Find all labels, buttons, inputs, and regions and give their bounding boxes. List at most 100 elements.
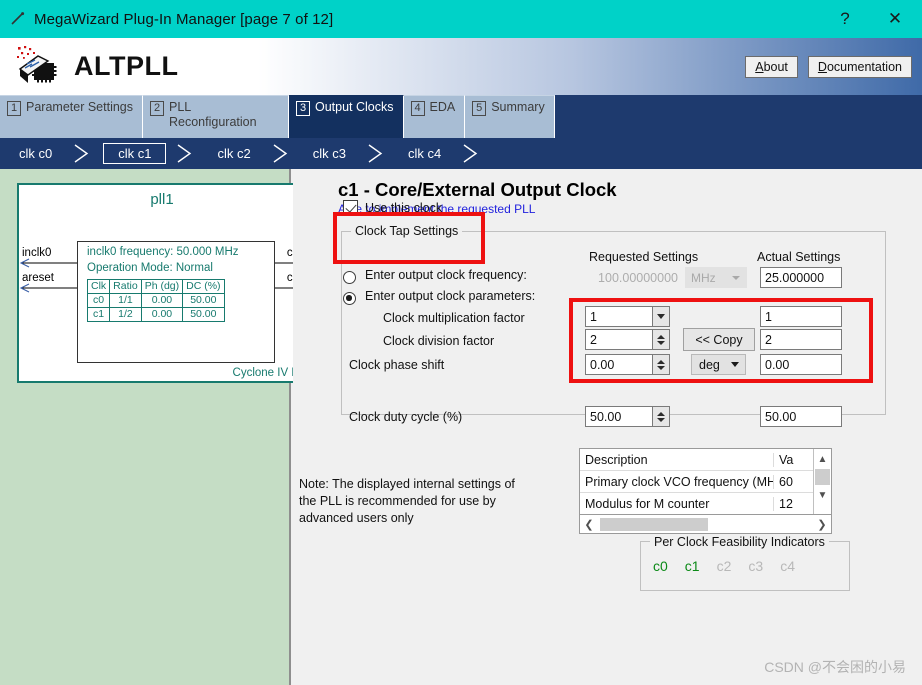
tab-label: EDA — [429, 100, 456, 114]
feasibility-c3: c3 — [748, 558, 764, 574]
pll-diagram-panel: pll1 inclk0 areset c0 c1 inclk0 frequenc… — [0, 169, 309, 685]
feasibility-c1: c1 — [684, 558, 700, 574]
div-actual-value: 2 — [760, 329, 842, 350]
col-phase: Ph (dg) — [140, 279, 184, 294]
watermark: CSDN @不会困的小易 — [764, 659, 906, 675]
wizard-wand-icon — [10, 11, 26, 27]
help-button[interactable]: ? — [822, 0, 868, 38]
tab-label: PLL Reconfiguration — [169, 100, 257, 129]
tab-eda[interactable]: 4 EDA — [403, 95, 466, 138]
megawizard-window: MegaWizard Plug-In Manager [page 7 of 12… — [0, 0, 922, 685]
vscroll-thumb[interactable] — [815, 469, 830, 485]
clock-tab-c0[interactable]: clk c0 — [0, 138, 95, 169]
chevron-down-icon — [732, 275, 740, 280]
internal-settings-vscrollbar[interactable]: ▲ ▼ — [813, 449, 831, 514]
cell-value: 60 — [779, 474, 793, 489]
tab-parameter-settings[interactable]: 1 Parameter Settings — [0, 95, 143, 138]
use-this-clock-checkbox[interactable]: Use this clock — [343, 200, 442, 215]
phase-unit-label: deg — [699, 357, 720, 372]
col-description: Description — [580, 452, 774, 467]
scroll-left-icon[interactable]: ❮ — [580, 518, 598, 531]
label-output-clock-frequency: Enter output clock frequency: — [365, 268, 527, 282]
col-ratio: Ratio — [109, 279, 142, 294]
group-legend: Clock Tap Settings — [351, 224, 463, 238]
duty-requested-input[interactable]: 50.00 — [585, 406, 653, 427]
chevron-down-icon — [657, 365, 665, 370]
actual-settings-header: Actual Settings — [757, 250, 841, 264]
pll-inclk-frequency: inclk0 frequency: 50.000 MHz — [87, 246, 239, 258]
chevron-right-icon — [458, 138, 484, 169]
col-duty: DC (%) — [182, 279, 225, 294]
tab-label: Output Clocks — [315, 100, 394, 114]
label-clock-division-factor: Clock division factor — [383, 334, 495, 348]
pll-block-diagram: pll1 inclk0 areset c0 c1 inclk0 frequenc… — [17, 183, 309, 383]
cell-description: Modulus for M counter — [580, 496, 774, 511]
chevron-down-icon — [730, 362, 739, 367]
tab-number: 4 — [410, 101, 425, 116]
phase-spinner[interactable] — [653, 354, 670, 375]
copy-button[interactable]: << Copy — [683, 328, 755, 351]
tab-pll-reconfiguration[interactable]: 2 PLL Reconfiguration — [143, 95, 289, 138]
clock-tab-label: clk c0 — [19, 146, 53, 161]
table-row: c1 1/2 0.00 50.00 — [86, 307, 225, 322]
tab-summary[interactable]: 5 Summary — [465, 95, 555, 138]
documentation-button[interactable]: Documentation — [807, 55, 912, 78]
chevron-right-icon — [172, 138, 198, 169]
table-row[interactable]: Primary clock VCO frequency (MHz) 60 — [580, 471, 831, 493]
device-family-label: Cyclone IV E — [232, 367, 299, 379]
table-header-row: Description Va — [580, 449, 831, 471]
scroll-up-icon[interactable]: ▲ — [814, 449, 831, 469]
mult-requested-input[interactable]: 1 — [585, 306, 653, 327]
chevron-up-icon — [657, 411, 665, 416]
phase-actual-value: 0.00 — [760, 354, 842, 375]
clock-tab-c1[interactable]: clk c1 — [95, 138, 198, 169]
frequency-unit-select[interactable]: MHz — [685, 267, 747, 288]
pll-info-box: inclk0 frequency: 50.000 MHz Operation M… — [77, 241, 275, 363]
frequency-requested-input[interactable]: 100.00000000 — [585, 267, 685, 288]
internal-settings-table[interactable]: Description Va Primary clock VCO frequen… — [579, 448, 832, 515]
clock-tab-c3[interactable]: clk c3 — [294, 138, 389, 169]
mult-dropdown-button[interactable] — [653, 306, 670, 327]
feasibility-indicators: c0 c1 c2 c3 c4 — [653, 558, 795, 574]
col-value: Va — [779, 452, 794, 467]
clock-tab-c2[interactable]: clk c2 — [198, 138, 293, 169]
div-spinner[interactable] — [653, 329, 670, 350]
hscroll-thumb[interactable] — [600, 517, 708, 531]
close-button[interactable]: ✕ — [868, 0, 922, 38]
feasibility-c4: c4 — [780, 558, 795, 574]
phase-unit-select[interactable]: deg — [691, 354, 746, 375]
label-clock-phase-shift: Clock phase shift — [349, 358, 445, 372]
feasibility-c2: c2 — [716, 558, 732, 574]
cell-value: 12 — [779, 496, 793, 511]
radio-output-clock-frequency[interactable] — [343, 271, 356, 284]
chevron-right-icon — [69, 138, 95, 169]
tab-number: 1 — [7, 101, 21, 116]
mult-actual-value: 1 — [760, 306, 842, 327]
scroll-right-icon[interactable]: ❯ — [813, 518, 831, 531]
table-row[interactable]: Modulus for M counter 12 — [580, 493, 831, 514]
brand-bar: ALTPLL About Documentation — [0, 38, 922, 95]
scroll-down-icon[interactable]: ▼ — [814, 485, 831, 505]
clock-tab-c4[interactable]: clk c4 — [389, 138, 484, 169]
about-button[interactable]: About — [745, 55, 798, 78]
chevron-up-icon — [657, 334, 665, 339]
internal-settings-hscrollbar[interactable]: ❮ ❯ — [579, 515, 832, 534]
phase-requested-input[interactable]: 0.00 — [585, 354, 653, 375]
chevron-up-icon — [657, 359, 665, 364]
duty-actual-value: 50.00 — [760, 406, 842, 427]
duty-spinner[interactable] — [653, 406, 670, 427]
feasibility-legend: Per Clock Feasibility Indicators — [650, 535, 829, 549]
table-row: c0 1/1 0.00 50.00 — [86, 293, 225, 308]
chevron-down-icon — [657, 417, 665, 422]
cell-description: Primary clock VCO frequency (MHz) — [580, 474, 774, 489]
radio-output-clock-parameters[interactable] — [343, 292, 356, 305]
div-requested-input[interactable]: 2 — [585, 329, 653, 350]
window-title: MegaWizard Plug-In Manager [page 7 of 12… — [34, 10, 334, 28]
altera-chip-wizard-icon — [14, 45, 62, 89]
chevron-down-icon — [657, 314, 665, 319]
tab-label: Summary — [491, 100, 545, 114]
pll-clock-table: Clk Ratio Ph (dg) DC (%) c0 1/1 0.00 50.… — [86, 279, 225, 322]
pll-operation-mode: Operation Mode: Normal — [87, 262, 213, 274]
tab-output-clocks[interactable]: 3 Output Clocks — [289, 95, 404, 138]
clock-tab-label: clk c3 — [312, 146, 346, 161]
